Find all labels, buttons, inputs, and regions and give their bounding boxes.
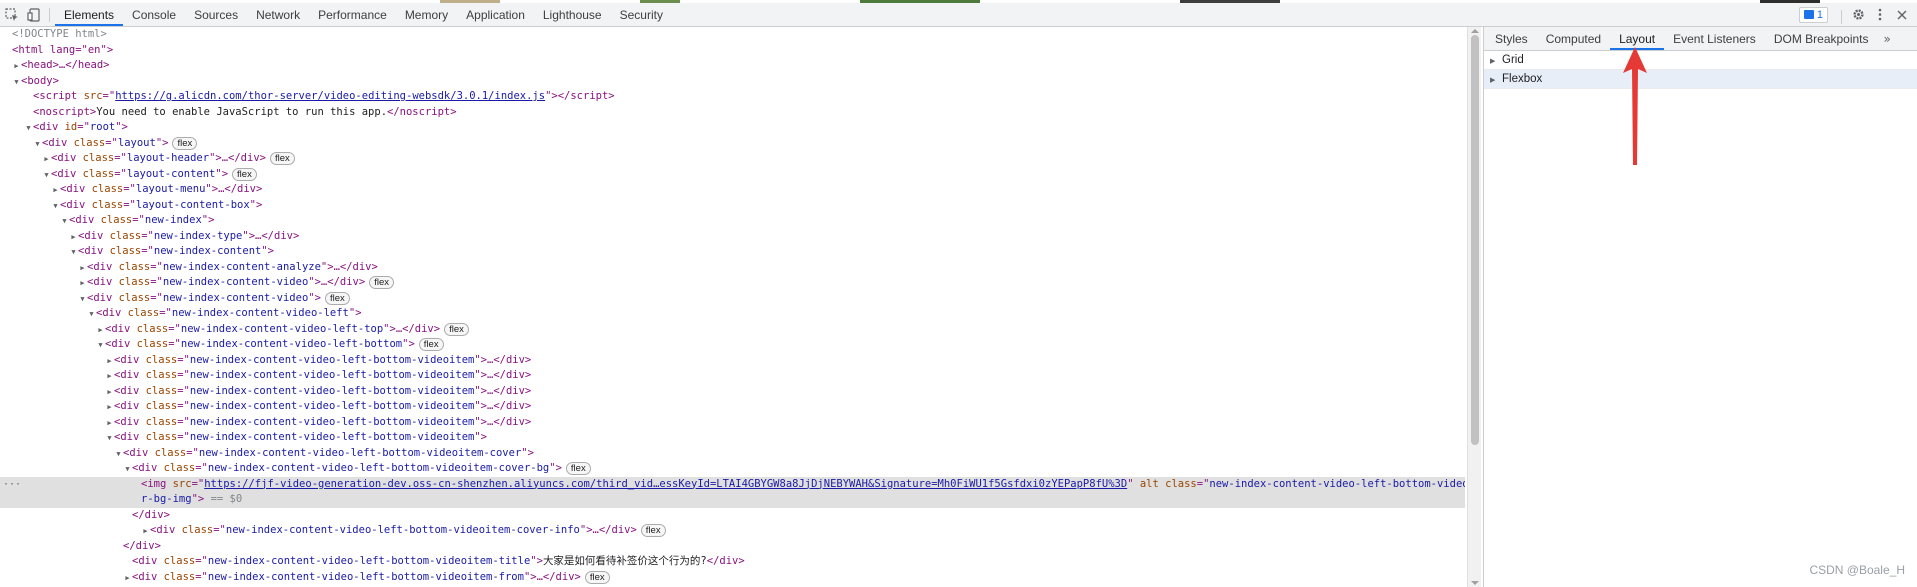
gear-icon[interactable] bbox=[1847, 3, 1869, 27]
dom-node[interactable]: ▶ <div class="new-index-content-video-lef… bbox=[0, 399, 1465, 415]
tab-elements[interactable]: Elements bbox=[55, 3, 124, 26]
flex-badge[interactable]: flex bbox=[565, 462, 591, 475]
more-tabs-icon[interactable]: » bbox=[1878, 27, 1897, 50]
sidebar-tabs: Styles Computed Layout Event Listeners D… bbox=[1484, 27, 1917, 51]
dom-node[interactable]: ▶ <div class="new-index-content-video-lef… bbox=[0, 353, 1465, 369]
dom-node[interactable]: ▶ <div class="new-index-type">…</div> bbox=[0, 229, 1465, 245]
dom-node[interactable]: ▶ <div class="new-index-content-analyze">… bbox=[0, 260, 1465, 276]
device-toolbar-icon[interactable] bbox=[24, 3, 44, 27]
img-src-link[interactable]: https://fjf-video-generation-dev.oss-cn-… bbox=[204, 478, 1127, 490]
dom-node[interactable]: ▼ <div class="new-index-content"> bbox=[0, 244, 1465, 260]
flex-badge[interactable]: flex bbox=[172, 136, 198, 150]
scroll-up-icon[interactable] bbox=[1471, 29, 1479, 33]
tab-application[interactable]: Application bbox=[457, 3, 534, 26]
flex-badge[interactable]: flex bbox=[418, 338, 444, 351]
tab-dom-breakpoints[interactable]: DOM Breakpoints bbox=[1765, 27, 1878, 50]
expand-triangle-icon[interactable]: ▶ bbox=[12, 59, 21, 75]
more-options-icon[interactable] bbox=[1869, 3, 1891, 27]
dom-node[interactable]: ▶ <div class="layout-menu">…</div> bbox=[0, 182, 1465, 198]
collapse-triangle-icon[interactable]: ▼ bbox=[12, 75, 21, 91]
tab-performance[interactable]: Performance bbox=[309, 3, 396, 26]
inspect-element-icon[interactable] bbox=[2, 3, 22, 27]
dom-node[interactable]: <div class="new-index-content-video-left… bbox=[0, 554, 1465, 570]
close-icon[interactable] bbox=[1891, 3, 1913, 27]
flex-badge[interactable]: flex bbox=[269, 152, 295, 165]
dom-node[interactable]: ▶ <div class="new-index-content-video-lef… bbox=[0, 368, 1465, 384]
dom-node[interactable]: ▼ <div class="new-index-content-video-lef… bbox=[0, 306, 1465, 322]
dom-node[interactable]: ▼ <div id="root"> bbox=[0, 120, 1465, 136]
scrollbar-thumb[interactable] bbox=[1471, 35, 1479, 445]
dom-node[interactable]: ▼ <body> bbox=[0, 74, 1465, 90]
tab-network[interactable]: Network bbox=[247, 3, 309, 26]
tab-styles[interactable]: Styles bbox=[1486, 27, 1537, 50]
flex-badge[interactable]: flex bbox=[584, 570, 610, 584]
dom-node[interactable]: ▶ <div class="new-index-content-video-lef… bbox=[0, 322, 1465, 338]
selected-dom-node[interactable]: ··· <img src="https://fjf-video-generatio… bbox=[0, 476, 1465, 493]
tab-computed[interactable]: Computed bbox=[1537, 27, 1610, 50]
elements-dom-tree: <!DOCTYPE html> <html lang="en"> ▶ <head>… bbox=[0, 27, 1465, 587]
expand-triangle-icon[interactable]: ▶ bbox=[1490, 52, 1502, 71]
scroll-down-icon[interactable] bbox=[1471, 581, 1479, 585]
dom-node[interactable]: ▼ <div class="new-index-content-video-lef… bbox=[0, 461, 1465, 477]
tab-event-listeners[interactable]: Event Listeners bbox=[1664, 27, 1765, 50]
section-grid[interactable]: ▶ Grid bbox=[1484, 51, 1917, 70]
issues-counter-button[interactable]: 1 bbox=[1798, 6, 1828, 23]
flex-badge[interactable]: flex bbox=[640, 524, 666, 537]
elements-scrollbar[interactable] bbox=[1467, 27, 1481, 587]
dom-node[interactable]: ▼ <div class="layout"> flex bbox=[0, 136, 1465, 152]
dom-node[interactable]: ▶ <div class="new-index-content-video-lef… bbox=[0, 415, 1465, 431]
styles-sidebar: Styles Computed Layout Event Listeners D… bbox=[1483, 27, 1917, 587]
tab-memory[interactable]: Memory bbox=[396, 3, 457, 26]
toolbar-divider bbox=[1841, 10, 1842, 24]
dom-node[interactable]: ▶ <div class="layout-header">…</div> flex bbox=[0, 151, 1465, 167]
red-arrow-annotation bbox=[1623, 47, 1647, 165]
dom-node[interactable]: ▶ <div class="new-index-content-video-lef… bbox=[0, 384, 1465, 400]
selected-dom-node-cont[interactable]: r-bg-img"> == $0 bbox=[0, 492, 1465, 508]
dom-node[interactable]: <!DOCTYPE html> bbox=[0, 27, 1465, 43]
flex-badge[interactable]: flex bbox=[369, 276, 394, 289]
tab-lighthouse[interactable]: Lighthouse bbox=[534, 3, 611, 26]
tab-sources[interactable]: Sources bbox=[185, 3, 247, 26]
ellipsis-icon[interactable]: ··· bbox=[3, 477, 21, 493]
toolbar-divider bbox=[49, 8, 50, 22]
dom-node[interactable]: ▶ <div class="new-index-content-video">…<… bbox=[0, 275, 1465, 291]
dom-node[interactable]: ▼ <div class="layout-content"> flex bbox=[0, 167, 1465, 183]
tab-security[interactable]: Security bbox=[611, 3, 672, 26]
selected-eq-label: == $0 bbox=[210, 493, 243, 505]
tab-console[interactable]: Console bbox=[123, 3, 185, 26]
flex-badge[interactable]: flex bbox=[324, 291, 350, 305]
flex-badge[interactable]: flex bbox=[232, 167, 257, 181]
flex-badge[interactable]: flex bbox=[444, 322, 469, 336]
dom-node[interactable]: </div> bbox=[0, 539, 1465, 555]
dom-node[interactable]: </div> bbox=[0, 508, 1465, 524]
dom-node[interactable]: ▼ <div class="new-index-content-video-lef… bbox=[0, 446, 1465, 462]
dom-node[interactable]: ▶ <head>…</head> bbox=[0, 58, 1465, 74]
watermark-text: CSDN @Boale_H bbox=[1809, 563, 1905, 577]
expand-triangle-icon[interactable]: ▶ bbox=[1490, 71, 1502, 90]
dom-node[interactable]: ▼ <div class="new-index"> bbox=[0, 213, 1465, 229]
dom-node[interactable]: ▼ <div class="new-index-content-video-lef… bbox=[0, 337, 1465, 353]
dom-node[interactable]: ▼ <div class="new-index-content-video-lef… bbox=[0, 430, 1465, 446]
section-flexbox[interactable]: ▶ Flexbox bbox=[1484, 70, 1917, 89]
dom-node[interactable]: ▼ <div class="layout-content-box"> bbox=[0, 198, 1465, 214]
dom-node[interactable]: <html lang="en"> bbox=[0, 43, 1465, 59]
devtools-toolbar: Elements Console Sources Network Perform… bbox=[0, 3, 1917, 27]
dom-node[interactable]: <noscript>You need to enable JavaScript … bbox=[0, 105, 1465, 121]
dom-node[interactable]: <script src="https://g.alicdn.com/thor-s… bbox=[0, 89, 1465, 105]
script-src-link[interactable]: https://g.alicdn.com/thor-server/video-e… bbox=[115, 90, 545, 102]
issues-count: 1 bbox=[1816, 8, 1823, 21]
message-icon bbox=[1803, 10, 1814, 19]
dom-node[interactable]: ▶ <div class="new-index-content-video-lef… bbox=[0, 570, 1465, 586]
dom-node[interactable]: ▶ <div class="new-index-content-video-lef… bbox=[0, 523, 1465, 539]
dom-node[interactable]: ▼ <div class="new-index-content-video"> fl… bbox=[0, 291, 1465, 307]
